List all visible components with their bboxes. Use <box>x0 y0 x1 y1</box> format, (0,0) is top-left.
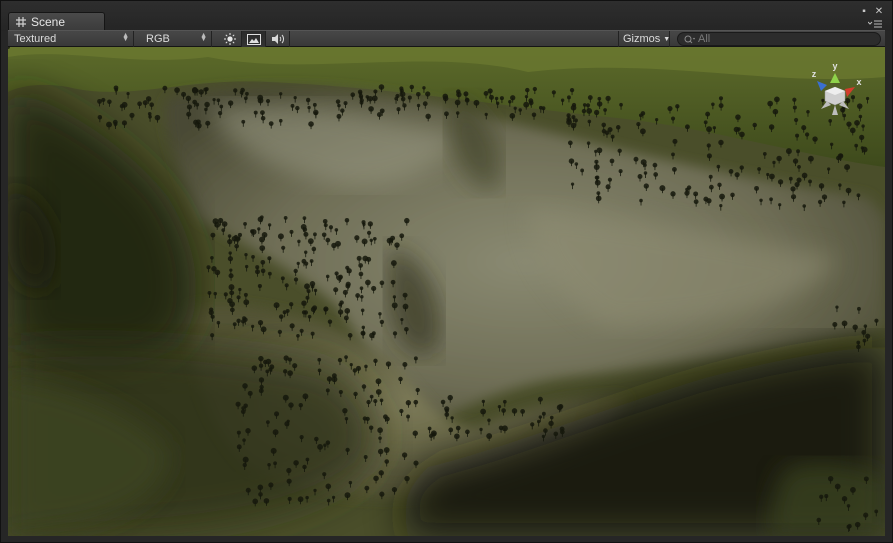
search-box[interactable] <box>677 32 881 46</box>
axis-x-cone[interactable] <box>845 87 855 97</box>
axis-y-label: y <box>832 61 837 71</box>
grid-icon <box>16 17 26 27</box>
scene-audio-button[interactable] <box>266 31 290 47</box>
sun-icon <box>223 33 236 45</box>
gizmos-dropdown[interactable]: Gizmos ▼ <box>618 31 670 47</box>
axis-x-label: x <box>856 77 861 87</box>
scene-window: Scene ▪ ✕ Textured ▲ ▼ RGB ▲ ▼ Gizmos ▼ … <box>0 0 893 543</box>
dropdown-arrows-icon: ▲ ▼ <box>200 32 207 43</box>
tab-menu-icon[interactable] <box>868 20 882 29</box>
scene-fx-button[interactable] <box>242 31 266 47</box>
axis-y-cone[interactable] <box>830 73 840 83</box>
terrain-render <box>8 47 885 536</box>
tab-label: Scene <box>31 15 66 29</box>
render-mode-dropdown[interactable]: RGB ▲ ▼ <box>140 31 212 47</box>
draw-mode-dropdown[interactable]: Textured ▲ ▼ <box>8 31 134 47</box>
axis-z-cone[interactable] <box>817 81 827 91</box>
image-icon <box>246 33 261 45</box>
tab-scene[interactable]: Scene <box>8 12 105 31</box>
dropdown-arrows-icon: ▲ ▼ <box>122 32 129 43</box>
chevron-down-icon: ▼ <box>663 35 671 43</box>
orientation-gizmo[interactable]: y x z <box>805 59 865 121</box>
scene-lighting-button[interactable] <box>218 31 242 47</box>
window-controls: ▪ ✕ <box>859 7 884 17</box>
close-icon[interactable]: ✕ <box>874 7 884 17</box>
maximize-icon[interactable]: ▪ <box>859 7 869 17</box>
scene-viewport[interactable]: y x z <box>8 47 885 536</box>
gizmos-label: Gizmos <box>623 33 661 45</box>
scene-toolbar: Textured ▲ ▼ RGB ▲ ▼ Gizmos ▼ All <box>8 30 885 47</box>
search-input[interactable] <box>698 33 868 45</box>
axis-z-label: z <box>812 69 817 79</box>
search-icon <box>684 35 695 43</box>
speaker-icon <box>271 34 284 44</box>
tab-strip: Scene ▪ ✕ <box>1 1 892 31</box>
draw-mode-value: Textured <box>14 33 57 45</box>
render-mode-value: RGB <box>146 33 170 45</box>
